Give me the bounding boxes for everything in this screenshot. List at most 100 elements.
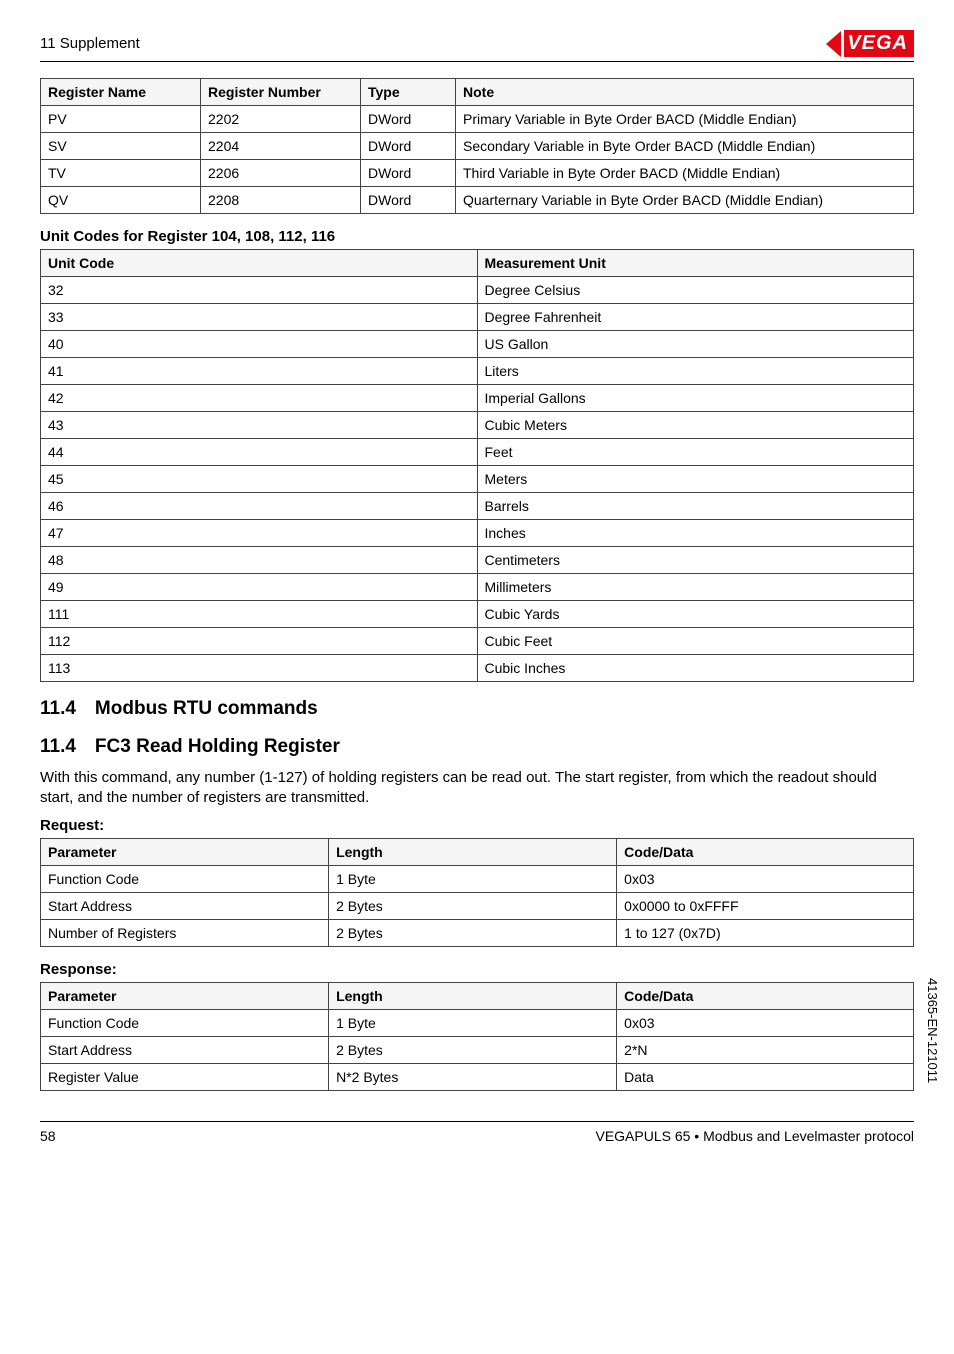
response-table: Parameter Length Code/Data Function Code…: [40, 982, 914, 1091]
table-cell: 42: [41, 385, 478, 412]
header-section: 11 Supplement: [40, 35, 140, 52]
table-cell: 112: [41, 628, 478, 655]
table-row: PV2202DWordPrimary Variable in Byte Orde…: [41, 106, 914, 133]
logo-text: VEGA: [844, 30, 914, 57]
col-header: Measurement Unit: [477, 250, 914, 277]
table-row: TV2206DWordThird Variable in Byte Order …: [41, 160, 914, 187]
table-cell: Start Address: [41, 892, 329, 919]
table-row: 42Imperial Gallons: [41, 385, 914, 412]
footer-docline: VEGAPULS 65 • Modbus and Levelmaster pro…: [595, 1128, 914, 1144]
table-cell: TV: [41, 160, 201, 187]
table-cell: Barrels: [477, 493, 914, 520]
vega-logo: VEGA: [826, 30, 914, 57]
col-header: Unit Code: [41, 250, 478, 277]
table-row: Number of Registers2 Bytes1 to 127 (0x7D…: [41, 919, 914, 946]
table-cell: Start Address: [41, 1036, 329, 1063]
col-header: Parameter: [41, 982, 329, 1009]
table-cell: DWord: [361, 187, 456, 214]
table-cell: US Gallon: [477, 331, 914, 358]
table-row: 111Cubic Yards: [41, 601, 914, 628]
table-row: 48Centimeters: [41, 547, 914, 574]
table-row: 41Liters: [41, 358, 914, 385]
page-number: 58: [40, 1128, 56, 1144]
table-row: Start Address2 Bytes2*N: [41, 1036, 914, 1063]
table-header-row: Register Name Register Number Type Note: [41, 79, 914, 106]
table-cell: 2 Bytes: [329, 892, 617, 919]
col-header: Code/Data: [617, 982, 914, 1009]
table-cell: 33: [41, 304, 478, 331]
table-row: 113Cubic Inches: [41, 655, 914, 682]
table-cell: 2*N: [617, 1036, 914, 1063]
col-header: Length: [329, 982, 617, 1009]
col-header: Length: [329, 838, 617, 865]
col-header: Note: [456, 79, 914, 106]
response-title: Response:: [40, 961, 914, 978]
logo-arrow-icon: [826, 31, 841, 57]
unit-codes-table: Unit Code Measurement Unit 32Degree Cels…: [40, 249, 914, 682]
request-title: Request:: [40, 817, 914, 834]
table-cell: 41: [41, 358, 478, 385]
table-cell: Degree Fahrenheit: [477, 304, 914, 331]
table-cell: 32: [41, 277, 478, 304]
table-row: SV2204DWordSecondary Variable in Byte Or…: [41, 133, 914, 160]
table-cell: Cubic Yards: [477, 601, 914, 628]
table-cell: 2202: [201, 106, 361, 133]
table-header-row: Parameter Length Code/Data: [41, 838, 914, 865]
table-cell: PV: [41, 106, 201, 133]
table-cell: Secondary Variable in Byte Order BACD (M…: [456, 133, 914, 160]
page-header: 11 Supplement VEGA: [40, 30, 914, 62]
table-cell: 0x0000 to 0xFFFF: [617, 892, 914, 919]
table-cell: Quarternary Variable in Byte Order BACD …: [456, 187, 914, 214]
table-row: QV2208DWordQuarternary Variable in Byte …: [41, 187, 914, 214]
table-cell: 1 Byte: [329, 1009, 617, 1036]
table-cell: Meters: [477, 466, 914, 493]
table-row: 33Degree Fahrenheit: [41, 304, 914, 331]
fc3-description: With this command, any number (1-127) of…: [40, 768, 914, 809]
table-row: 49Millimeters: [41, 574, 914, 601]
table-row: 47Inches: [41, 520, 914, 547]
request-table: Parameter Length Code/Data Function Code…: [40, 838, 914, 947]
unit-codes-title: Unit Codes for Register 104, 108, 112, 1…: [40, 228, 914, 245]
heading-fc3: 11.4 FC3 Read Holding Register: [40, 736, 914, 758]
register-table: Register Name Register Number Type Note …: [40, 78, 914, 214]
table-cell: 1 Byte: [329, 865, 617, 892]
table-cell: DWord: [361, 106, 456, 133]
table-header-row: Unit Code Measurement Unit: [41, 250, 914, 277]
table-cell: 0x03: [617, 1009, 914, 1036]
table-row: 44Feet: [41, 439, 914, 466]
table-cell: Number of Registers: [41, 919, 329, 946]
table-cell: 49: [41, 574, 478, 601]
table-cell: Cubic Meters: [477, 412, 914, 439]
table-cell: 2 Bytes: [329, 919, 617, 946]
table-cell: Function Code: [41, 1009, 329, 1036]
table-cell: 43: [41, 412, 478, 439]
col-header: Type: [361, 79, 456, 106]
table-row: 46Barrels: [41, 493, 914, 520]
col-header: Code/Data: [617, 838, 914, 865]
table-cell: 2204: [201, 133, 361, 160]
col-header: Parameter: [41, 838, 329, 865]
table-cell: 2206: [201, 160, 361, 187]
page-footer: 58 VEGAPULS 65 • Modbus and Levelmaster …: [40, 1121, 914, 1144]
table-header-row: Parameter Length Code/Data: [41, 982, 914, 1009]
table-cell: Imperial Gallons: [477, 385, 914, 412]
table-cell: 44: [41, 439, 478, 466]
table-cell: 113: [41, 655, 478, 682]
table-cell: 47: [41, 520, 478, 547]
table-cell: Centimeters: [477, 547, 914, 574]
table-row: Function Code1 Byte0x03: [41, 865, 914, 892]
table-cell: Degree Celsius: [477, 277, 914, 304]
table-cell: QV: [41, 187, 201, 214]
table-cell: Inches: [477, 520, 914, 547]
table-row: 32Degree Celsius: [41, 277, 914, 304]
table-cell: Data: [617, 1063, 914, 1090]
col-header: Register Name: [41, 79, 201, 106]
table-cell: Liters: [477, 358, 914, 385]
table-cell: DWord: [361, 160, 456, 187]
table-row: 43Cubic Meters: [41, 412, 914, 439]
table-cell: 1 to 127 (0x7D): [617, 919, 914, 946]
table-cell: 48: [41, 547, 478, 574]
heading-modbus-commands: 11.4 Modbus RTU commands: [40, 698, 914, 720]
table-cell: DWord: [361, 133, 456, 160]
table-cell: Feet: [477, 439, 914, 466]
